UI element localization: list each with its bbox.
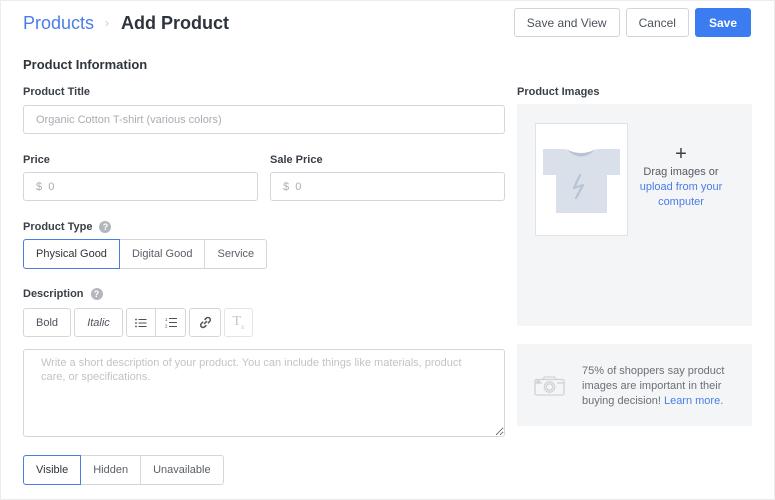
help-icon[interactable]: ? xyxy=(90,288,103,301)
link-icon xyxy=(199,316,211,329)
italic-button[interactable]: Italic xyxy=(74,308,123,337)
bold-button[interactable]: Bold xyxy=(23,308,71,337)
product-title-label: Product Title xyxy=(23,86,91,98)
sale-price-input[interactable] xyxy=(270,172,505,201)
sale-price-label: Sale Price xyxy=(270,154,323,166)
visibility-visible[interactable]: Visible xyxy=(23,455,82,485)
clear-format-button[interactable]: Tx xyxy=(224,308,253,337)
image-tip-box: 75% of shoppers say product images are i… xyxy=(517,344,752,426)
description-toolbar: Bold Italic 1 2 Tx xyxy=(23,308,253,337)
save-button[interactable]: Save xyxy=(694,8,751,37)
numbered-list-icon: 1 2 xyxy=(165,317,177,328)
breadcrumb: Products › Add Product xyxy=(23,12,229,34)
tshirt-placeholder-icon xyxy=(543,149,620,213)
svg-text:2: 2 xyxy=(165,324,168,329)
description-label: Description? xyxy=(23,288,103,301)
image-drop-zone[interactable]: + Drag images or upload from your comput… xyxy=(517,104,752,326)
camera-icon xyxy=(534,376,565,396)
chevron-right-icon: › xyxy=(105,16,110,30)
visibility-hidden[interactable]: Hidden xyxy=(81,455,142,485)
description-textarea[interactable] xyxy=(23,349,505,437)
price-input[interactable] xyxy=(23,172,258,201)
bullet-list-icon xyxy=(135,318,147,327)
product-type-label-text: Product Type xyxy=(23,221,93,233)
plus-icon: + xyxy=(675,143,687,165)
learn-more-link[interactable]: Learn more. xyxy=(664,395,723,407)
breadcrumb-products-link[interactable]: Products xyxy=(23,13,94,34)
drop-instructions: + Drag images or upload from your comput… xyxy=(635,144,727,210)
drag-text: Drag images or xyxy=(643,166,719,178)
description-label-text: Description xyxy=(23,288,84,300)
cancel-button[interactable]: Cancel xyxy=(625,8,689,37)
header-actions: Save and View Cancel Save xyxy=(513,8,751,37)
link-button[interactable] xyxy=(189,308,221,337)
price-label: Price xyxy=(23,154,50,166)
save-and-view-button[interactable]: Save and View xyxy=(513,8,620,37)
image-placeholder-thumbnail xyxy=(535,123,628,236)
visibility-unavailable[interactable]: Unavailable xyxy=(141,455,224,485)
page-title: Add Product xyxy=(121,12,230,33)
section-title: Product Information xyxy=(23,57,148,72)
numbered-list-button[interactable]: 1 2 xyxy=(156,308,186,337)
product-type-label: Product Type? xyxy=(23,221,112,234)
list-button-group: 1 2 xyxy=(126,308,186,337)
product-type-digital-good[interactable]: Digital Good xyxy=(119,239,206,269)
product-type-service[interactable]: Service xyxy=(205,239,268,269)
product-type-physical-good[interactable]: Physical Good xyxy=(23,239,120,269)
visibility-selector: Visible Hidden Unavailable xyxy=(23,455,224,485)
clear-format-icon: Tx xyxy=(232,314,245,331)
product-title-input[interactable] xyxy=(23,105,505,134)
svg-text:1: 1 xyxy=(165,317,168,322)
tip-text: 75% of shoppers say product images are i… xyxy=(582,364,742,409)
help-icon[interactable]: ? xyxy=(99,221,112,234)
upload-link[interactable]: upload from your computer xyxy=(640,181,723,208)
add-product-page: Products › Add Product Save and View Can… xyxy=(0,0,775,500)
product-images-label: Product Images xyxy=(517,86,600,98)
product-type-selector: Physical Good Digital Good Service xyxy=(23,239,268,269)
bullet-list-button[interactable] xyxy=(126,308,156,337)
